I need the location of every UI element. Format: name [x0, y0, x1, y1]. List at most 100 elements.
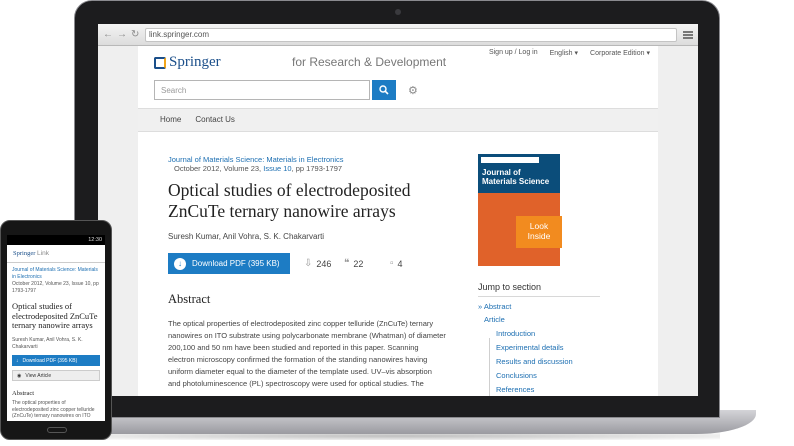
main-nav: Home Contact Us [138, 108, 658, 132]
toc-abstract[interactable]: » Abstract [478, 302, 511, 311]
comment-icon: ▫ [390, 258, 394, 269]
abstract-line: nanowires on ITO substrate using polycar… [168, 331, 446, 340]
springer-horse-icon [154, 56, 166, 69]
issue-info: October 2012, Volume 23, Issue 10, pp 17… [174, 164, 342, 173]
abstract-line: 200,100 and 50 nm have been studied and … [168, 343, 419, 352]
phone-issue-line: October 2012, Volume 23, Issue 10, pp [12, 281, 99, 287]
arrow-right-icon[interactable]: → [117, 29, 127, 40]
phone-abstract-text: The optical properties of electrodeposit… [12, 400, 102, 420]
citations-metric: ❝ 22 [344, 258, 363, 269]
phone-issue-line: 1793-1797 [12, 287, 36, 294]
phone-logo-text: Springer [13, 250, 36, 257]
toc-introduction[interactable]: Introduction [496, 329, 535, 338]
phone-download-button[interactable]: ↓ Download PDF (395 KB) [12, 355, 100, 366]
logo-text: Springer [169, 54, 221, 70]
toc-experimental-details[interactable]: Experimental details [496, 343, 564, 352]
phone-view-article-button[interactable]: ◉ View Article [12, 370, 100, 381]
phone-status-bar: 12:30 [7, 235, 105, 245]
downloads-metric: ⇩ 246 [304, 258, 331, 269]
download-pdf-button[interactable]: ↓ Download PDF (395 KB) [168, 253, 290, 274]
search-icon [379, 85, 389, 95]
journal-cover[interactable]: Journal of Materials Science [478, 154, 560, 266]
divider [7, 262, 105, 263]
divider [478, 296, 600, 297]
toc-conclusions[interactable]: Conclusions [496, 371, 537, 380]
phone: 12:30 Springer Link Journal of Materials… [0, 220, 112, 440]
article-title: Optical studies of electrodeposited ZnCu… [168, 180, 448, 222]
title-line: ZnCuTe ternary nanowire arrays [168, 201, 396, 221]
signup-login-link[interactable]: Sign up / Log in [489, 49, 538, 57]
phone-abstract-heading: Abstract [12, 390, 35, 397]
browser-menu-icon[interactable] [683, 30, 693, 39]
edition-select[interactable]: Corporate Edition ▾ [590, 49, 650, 57]
phone-home-button[interactable] [47, 427, 67, 433]
cover-title: Journal of Materials Science [482, 168, 549, 186]
download-icon: ↓ [174, 257, 186, 270]
springerlink-logo[interactable]: Springer Link [13, 250, 49, 257]
tagline: for Research & Development [292, 55, 447, 69]
phone-journal-link[interactable]: Journal of Materials Science: Materials … [12, 267, 102, 280]
gear-icon[interactable]: ⚙ [408, 84, 418, 97]
abstract-line: electron microscopy confirmed the format… [168, 355, 428, 364]
phone-logo-suffix: Link [37, 250, 49, 257]
abstract-line: The optical properties of electrodeposit… [168, 319, 434, 328]
arrow-left-icon[interactable]: ← [103, 29, 113, 40]
phone-journal-line: Journal of Materials Science: Materials [12, 267, 98, 273]
nav-home[interactable]: Home [160, 115, 181, 125]
phone-screen: Springer Link Journal of Materials Scien… [7, 245, 105, 421]
search-input[interactable]: Search [154, 80, 370, 100]
toc-references[interactable]: References [496, 385, 534, 394]
download-icon: ↓ [16, 357, 19, 364]
abstract-heading: Abstract [168, 292, 211, 306]
citations-count: 22 [353, 258, 364, 269]
toc-results-discussion[interactable]: Results and discussion [496, 357, 573, 366]
comments-metric: ▫ 4 [390, 258, 403, 269]
issue-link[interactable]: Issue 10 [263, 164, 291, 173]
camera-icon [395, 9, 401, 15]
product-mockup: ← → ↻ link.springer.com Sign up / Log in… [0, 0, 794, 446]
abstract-text: The optical properties of electrodeposit… [168, 318, 450, 390]
look-inside-label: Look [529, 221, 549, 231]
toc-guide-line [489, 338, 490, 396]
address-bar[interactable]: link.springer.com [145, 27, 677, 42]
phone-authors-line: Chakarvarti [12, 343, 38, 350]
downloads-count: 246 [316, 258, 332, 269]
nav-contact-us[interactable]: Contact Us [195, 115, 235, 125]
refresh-icon[interactable]: ↻ [131, 29, 139, 40]
authors: Suresh Kumar, Anil Vohra, S. K. Chakarva… [168, 232, 325, 241]
phone-journal-line: in Electronics [12, 273, 42, 280]
utility-links: Sign up / Log in English ▾ Corporate Edi… [489, 49, 650, 57]
toc-article[interactable]: Article [484, 315, 505, 324]
phone-issue-info: October 2012, Volume 23, Issue 10, pp 17… [12, 281, 102, 294]
download-count-icon: ⇩ [304, 258, 313, 269]
journal-link[interactable]: Journal of Materials Science: Materials … [168, 155, 344, 164]
phone-title-line: ternary nanowire arrays [12, 320, 93, 330]
abstract-line: uniform diameter equal to the diameter o… [168, 367, 432, 376]
phone-abstract-line: (ZnCuTe) ternary nanowires on ITO [12, 413, 91, 419]
phone-view-label: View Article [25, 372, 52, 379]
phone-download-label: Download PDF (395 KB) [22, 357, 78, 364]
issue-prefix: October 2012, Volume 23, [174, 164, 262, 173]
view-icon: ◉ [17, 372, 22, 379]
cover-banner [481, 157, 539, 163]
language-label: English [549, 50, 573, 57]
cover-title-line: Materials Science [482, 177, 550, 186]
phone-article-title: Optical studies of electrodeposited ZnCu… [12, 301, 104, 331]
laptop-screen: ← → ↻ link.springer.com Sign up / Log in… [98, 24, 698, 396]
cover-title-line: Journal of [482, 168, 521, 177]
phone-authors: Suresh Kumar, Anil Vohra, S. K. Chakarva… [12, 337, 102, 350]
comments-count: 4 [397, 258, 403, 269]
article-page: Sign up / Log in English ▾ Corporate Edi… [138, 46, 658, 396]
abstract-line: and photoluminescence (PL) spectroscopy … [168, 379, 424, 388]
edition-label: Corporate Edition [590, 50, 645, 57]
springer-logo[interactable]: Springer [154, 54, 221, 71]
search-button[interactable] [372, 80, 396, 100]
language-select[interactable]: English ▾ [550, 49, 578, 57]
look-inside-label: Inside [527, 231, 551, 241]
issue-suffix: , pp 1793-1797 [291, 164, 343, 173]
laptop: ← → ↻ link.springer.com Sign up / Log in… [74, 0, 720, 418]
title-line: Optical studies of electrodeposited [168, 180, 411, 200]
jump-to-section-heading: Jump to section [478, 282, 542, 292]
look-inside-button[interactable]: Look Inside [516, 216, 562, 248]
download-label: Download PDF (395 KB) [192, 259, 280, 268]
